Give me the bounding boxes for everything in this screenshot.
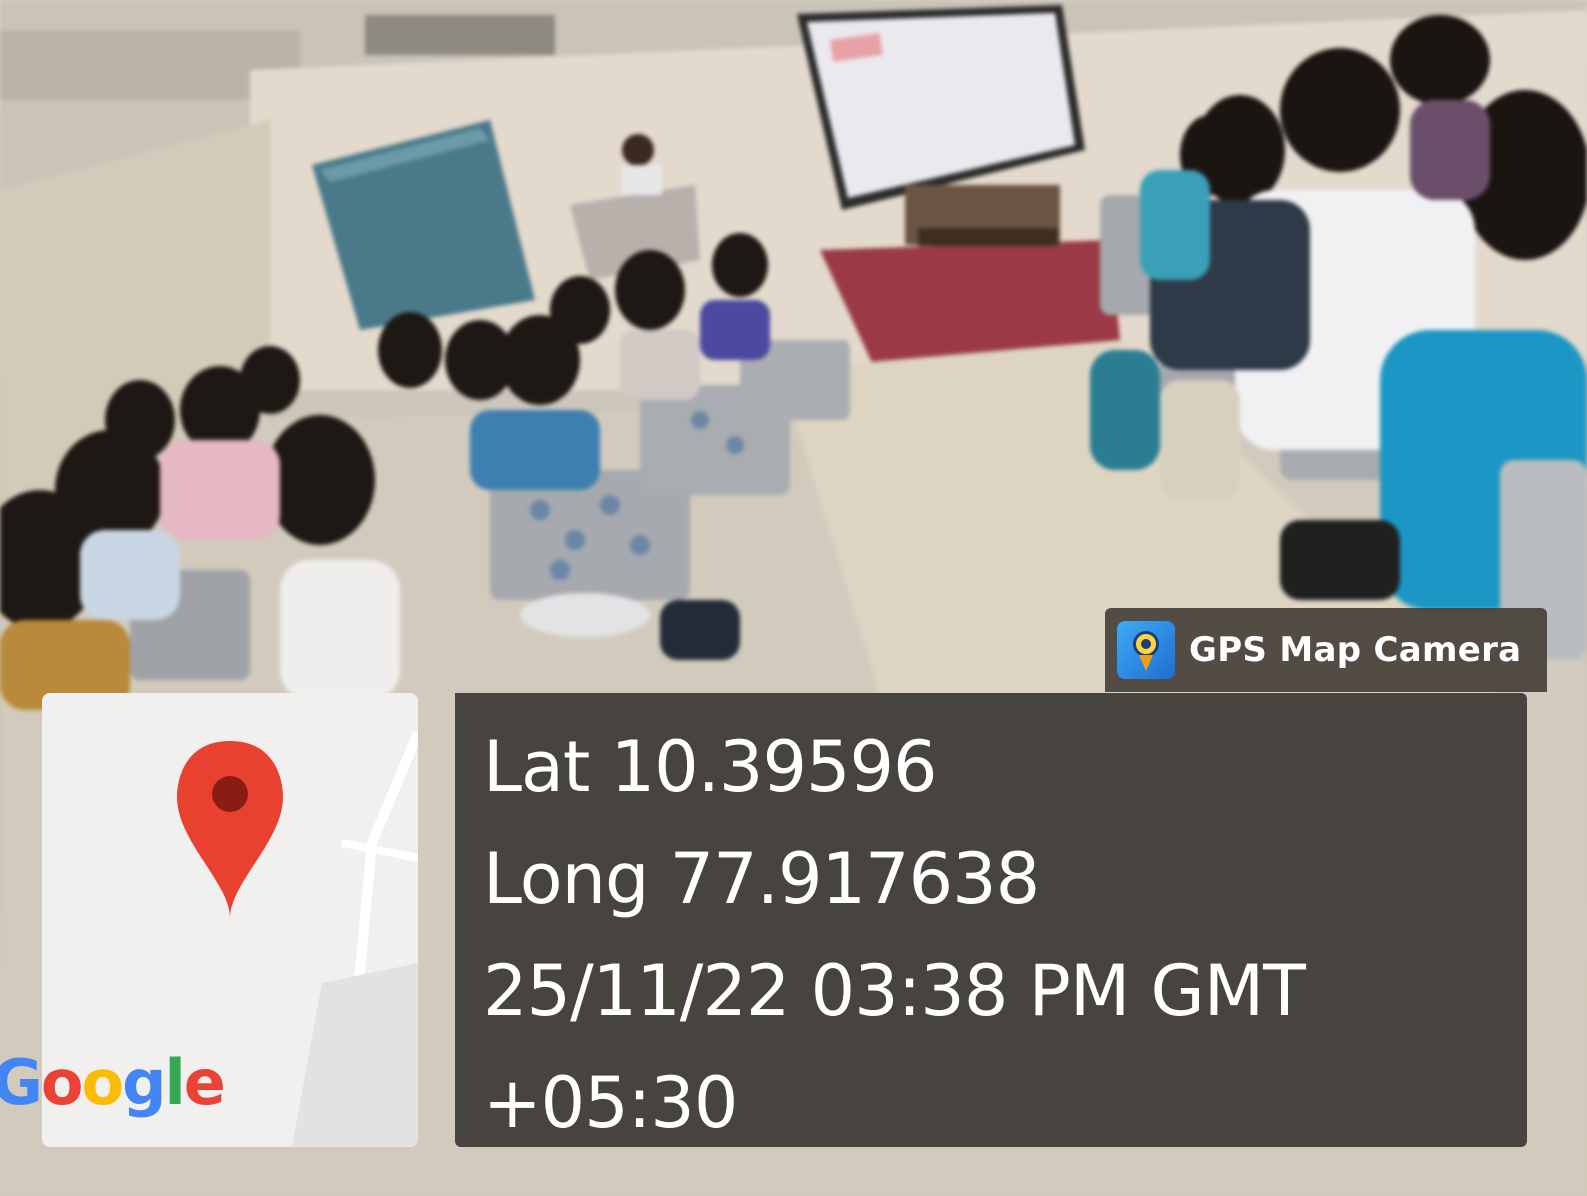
timezone-text: +05:30 [483, 1062, 738, 1144]
longitude-text: Long 77.917638 [483, 838, 1040, 920]
app-name-label: GPS Map Camera [1189, 630, 1522, 670]
latitude-text: Lat 10.39596 [483, 726, 938, 808]
gps-map-camera-icon [1117, 621, 1175, 679]
location-info-panel: Lat 10.39596 Long 77.917638 25/11/22 03:… [455, 693, 1527, 1147]
datetime-text: 25/11/22 03:38 PM GMT [483, 950, 1306, 1032]
google-logo: Google [0, 1046, 226, 1119]
gps-map-camera-badge: GPS Map Camera [1105, 608, 1547, 692]
photo-scene: GPS Map Camera Google Lat 10.39596 Long … [0, 0, 1587, 1196]
map-pin-icon [177, 741, 283, 918]
